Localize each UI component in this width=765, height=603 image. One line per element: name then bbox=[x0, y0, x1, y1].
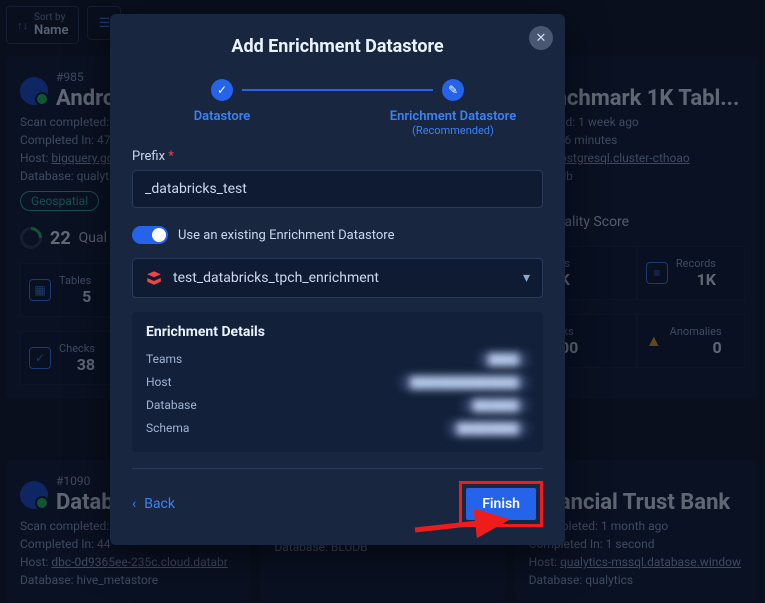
chevron-down-icon: ▾ bbox=[523, 270, 530, 286]
use-existing-toggle[interactable] bbox=[132, 226, 168, 244]
check-icon: ✓ bbox=[211, 79, 233, 101]
prefix-label: Prefix * bbox=[132, 149, 543, 164]
detail-database-value: ██████ bbox=[462, 398, 529, 413]
detail-database-label: Database bbox=[146, 398, 197, 413]
modal-title: Add Enrichment Datastore bbox=[132, 36, 543, 57]
chevron-left-icon: ‹ bbox=[132, 496, 136, 512]
finish-button[interactable]: Finish bbox=[466, 488, 536, 520]
detail-host-label: Host bbox=[146, 375, 172, 390]
select-value: test_databricks_tpch_enrichment bbox=[173, 270, 379, 286]
toggle-label: Use an existing Enrichment Datastore bbox=[178, 228, 394, 243]
enrichment-datastore-select[interactable]: test_databricks_tpch_enrichment ▾ bbox=[132, 258, 543, 298]
step-enrichment: ✎ Enrichment Datastore (Recommended) bbox=[363, 79, 543, 137]
pencil-icon: ✎ bbox=[442, 79, 464, 101]
add-enrichment-modal: ✕ Add Enrichment Datastore ✓ Datastore .… bbox=[110, 14, 565, 545]
step-datastore: ✓ Datastore . bbox=[132, 79, 312, 137]
databricks-icon bbox=[145, 269, 163, 287]
detail-schema-value: ████████ bbox=[447, 421, 529, 436]
details-title: Enrichment Details bbox=[146, 324, 529, 340]
detail-host-value: ██████████████ bbox=[400, 375, 529, 390]
enrichment-details: Enrichment Details Teams████ Host███████… bbox=[132, 312, 543, 452]
finish-highlight: Finish bbox=[459, 481, 543, 527]
detail-teams-label: Teams bbox=[146, 352, 182, 367]
prefix-input[interactable] bbox=[132, 170, 543, 208]
close-icon: ✕ bbox=[536, 31, 547, 46]
detail-teams-value: ████ bbox=[478, 352, 529, 367]
back-button[interactable]: ‹ Back bbox=[132, 496, 175, 512]
detail-schema-label: Schema bbox=[146, 421, 189, 436]
close-button[interactable]: ✕ bbox=[529, 26, 553, 50]
